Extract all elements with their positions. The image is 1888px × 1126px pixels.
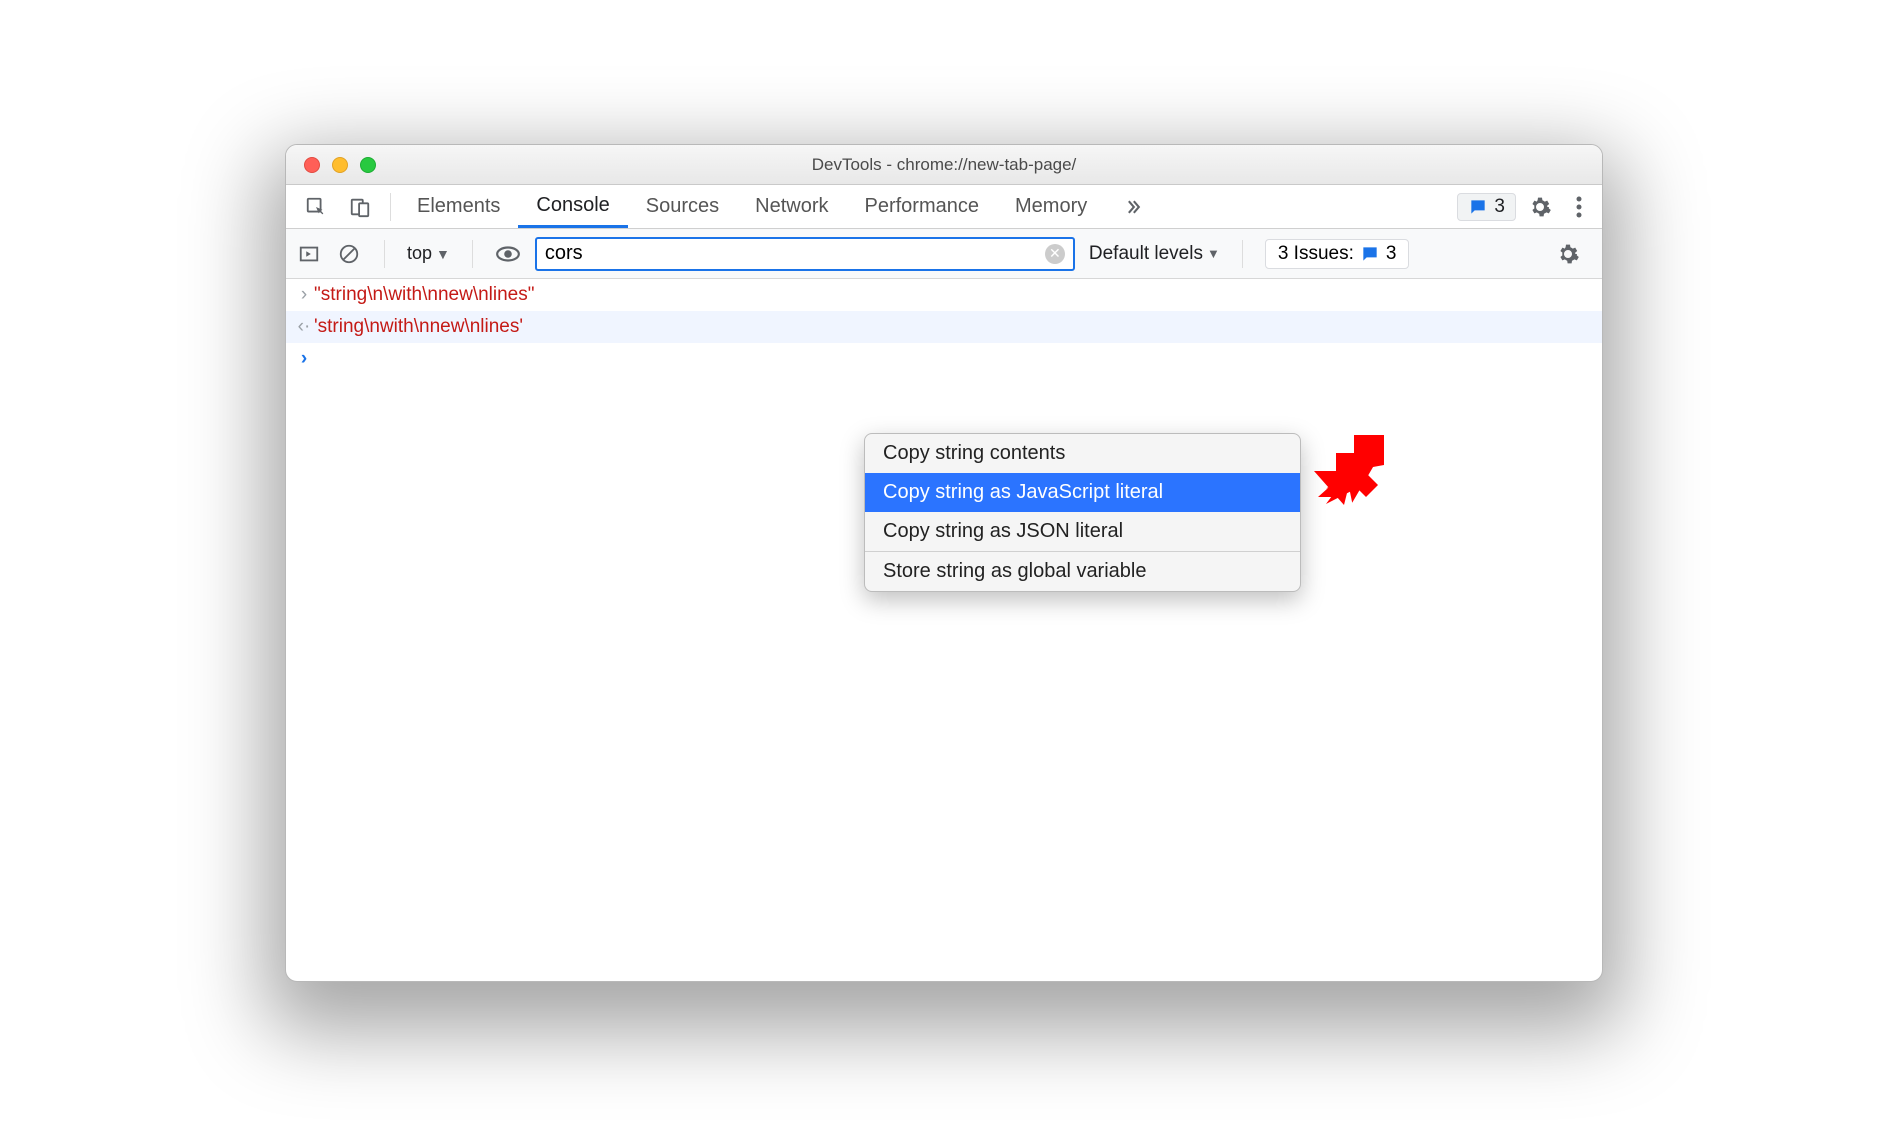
window-title: DevTools - chrome://new-tab-page/ (286, 155, 1602, 175)
main-tabs: Elements Console Sources Network Perform… (286, 185, 1602, 229)
devtools-window: DevTools - chrome://new-tab-page/ Elemen… (285, 144, 1603, 982)
filter-input-wrap[interactable]: ✕ (535, 237, 1075, 271)
inspect-element-icon[interactable] (294, 185, 338, 229)
issues-button[interactable]: 3 Issues: 3 (1265, 239, 1410, 269)
title-bar: DevTools - chrome://new-tab-page/ (286, 145, 1602, 185)
menu-copy-string-js-literal[interactable]: Copy string as JavaScript literal (865, 473, 1300, 512)
toggle-device-icon[interactable] (338, 185, 382, 229)
toggle-sidebar-icon[interactable] (296, 241, 322, 267)
context-selector[interactable]: top ▼ (407, 243, 450, 264)
messages-count: 3 (1494, 196, 1505, 218)
console-output-text: 'string\nwith\nnew\nlines' (314, 316, 523, 338)
console-output: › "string\n\with\nnew\nlines" ‹· 'string… (286, 279, 1602, 375)
menu-copy-string-json-literal[interactable]: Copy string as JSON literal (865, 512, 1300, 551)
output-arrow-icon: ‹· (294, 316, 314, 338)
live-expression-icon[interactable] (495, 241, 521, 267)
tab-sources[interactable]: Sources (628, 185, 737, 228)
clear-console-icon[interactable] (336, 241, 362, 267)
menu-store-global-variable[interactable]: Store string as global variable (865, 552, 1300, 591)
chevron-down-icon: ▼ (1207, 246, 1220, 261)
log-levels-selector[interactable]: Default levels ▼ (1089, 243, 1220, 265)
menu-copy-string-contents[interactable]: Copy string contents (865, 434, 1300, 473)
tab-elements[interactable]: Elements (399, 185, 518, 228)
console-prompt-row[interactable]: › (286, 343, 1602, 375)
more-tabs-icon[interactable] (1105, 185, 1161, 228)
console-toolbar: top ▼ ✕ Default levels ▼ 3 Issues: 3 (286, 229, 1602, 279)
console-result-row[interactable]: ‹· 'string\nwith\nnew\nlines' (286, 311, 1602, 343)
prompt-arrow-icon: › (294, 348, 314, 370)
clear-filter-icon[interactable]: ✕ (1045, 244, 1065, 264)
context-menu: Copy string contents Copy string as Java… (864, 433, 1301, 592)
more-menu-icon[interactable] (1564, 196, 1594, 218)
console-settings-icon[interactable] (1544, 242, 1592, 266)
input-arrow-icon: › (294, 284, 314, 306)
chevron-down-icon: ▼ (436, 246, 450, 262)
filter-input[interactable] (545, 242, 1045, 265)
settings-icon[interactable] (1516, 195, 1564, 219)
annotation-arrow-icon (1314, 435, 1389, 515)
tab-performance[interactable]: Performance (847, 185, 998, 228)
messages-pill[interactable]: 3 (1457, 193, 1516, 221)
tab-memory[interactable]: Memory (997, 185, 1105, 228)
tab-console[interactable]: Console (518, 185, 627, 228)
console-input-text: "string\n\with\nnew\nlines" (314, 284, 535, 306)
console-input-row[interactable]: › "string\n\with\nnew\nlines" (286, 279, 1602, 311)
tab-network[interactable]: Network (737, 185, 846, 228)
